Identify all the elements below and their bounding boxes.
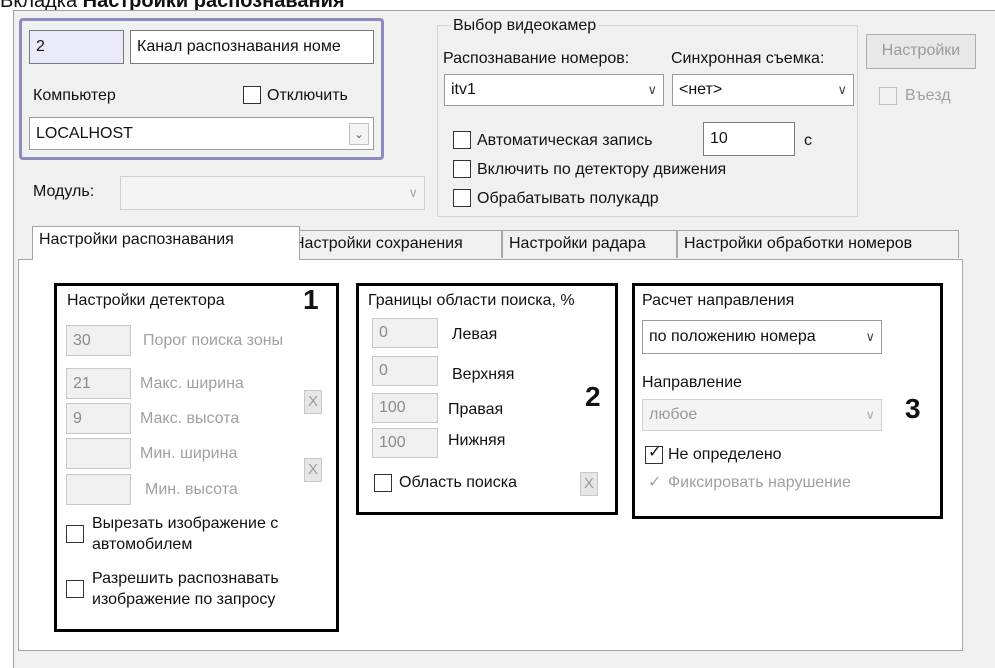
right-bound-label: Правая	[448, 401, 504, 418]
object-id-field[interactable]: 2	[29, 30, 124, 64]
max-height-field[interactable]: 9	[66, 403, 131, 434]
object-name-field[interactable]: Канал распознавания номе	[130, 30, 374, 64]
bottom-bound-label: Нижняя	[448, 432, 506, 449]
min-height-field[interactable]	[66, 474, 131, 505]
undefined-checkbox[interactable]: ✓	[645, 444, 663, 464]
direction-title: Направление	[642, 374, 742, 391]
auto-record-label: Автоматическая запись	[477, 132, 653, 149]
max-size-clear-button[interactable]: X	[304, 390, 322, 414]
max-width-field[interactable]: 21	[66, 368, 131, 399]
chevron-down-icon: ∨	[865, 329, 875, 344]
left-bound-field[interactable]: 0	[372, 318, 438, 348]
violation-checkmark-icon: ✓	[648, 474, 662, 491]
min-size-clear-button[interactable]: X	[304, 458, 322, 482]
computer-label: Компьютер	[33, 87, 116, 104]
direction-calc-value: по положению номера	[649, 328, 816, 345]
recognition-camera-value: itv1	[451, 81, 476, 98]
min-height-label: Мин. высота	[145, 481, 238, 498]
allow-recognition-label-line1: Разрешить распознавать	[92, 570, 279, 587]
min-width-label: Мин. ширина	[140, 445, 238, 462]
tab-plate-processing-settings[interactable]: Настройки обработки номеров	[677, 230, 959, 258]
violation-label: Фиксировать нарушение	[668, 474, 851, 491]
tab-recognition-settings[interactable]: Настройки распознавания	[32, 226, 300, 260]
section-marker-1: 1	[303, 284, 319, 315]
recognition-label: Распознавание номеров:	[443, 50, 630, 67]
motion-detector-checkbox[interactable]	[453, 160, 471, 178]
direction-combo[interactable]: любое ∨	[642, 399, 882, 431]
min-width-field[interactable]	[66, 438, 131, 469]
computer-combo[interactable]: LOCALHOST ⌄	[29, 117, 374, 150]
max-width-label: Макс. ширина	[140, 375, 244, 392]
zone-threshold-label: Порог поиска зоны	[143, 332, 284, 349]
entry-checkbox[interactable]	[879, 87, 897, 105]
checkmark-icon: ✓	[648, 444, 662, 461]
half-frame-checkbox[interactable]	[453, 189, 471, 207]
sync-camera-value: <нет>	[679, 81, 723, 98]
zone-threshold-field[interactable]: 30	[66, 325, 131, 356]
bottom-bound-field[interactable]: 100	[372, 428, 438, 458]
cut-image-checkbox[interactable]	[66, 525, 84, 543]
section-marker-3: 3	[905, 393, 921, 424]
undefined-label: Не определено	[668, 446, 782, 463]
settings-button[interactable]: Настройки	[866, 34, 976, 69]
chevron-down-icon: ∨	[865, 407, 875, 422]
disable-label: Отключить	[267, 87, 348, 104]
direction-calc-combo[interactable]: по положению номера ∨	[642, 320, 882, 354]
section-marker-2: 2	[585, 381, 601, 412]
right-bound-field[interactable]: 100	[372, 393, 438, 423]
sync-label: Синхронная съемка:	[671, 50, 825, 67]
dropdown-arrow-icon: ⌄	[349, 123, 369, 145]
direction-calc-title: Расчет направления	[642, 292, 795, 309]
chevron-down-icon: ∨	[837, 82, 847, 97]
auto-record-seconds-field[interactable]: 10	[703, 122, 795, 156]
cut-image-label-line2: автомобилем	[92, 536, 193, 553]
computer-value: LOCALHOST	[36, 125, 133, 142]
recognition-camera-combo[interactable]: itv1 ∨	[444, 74, 664, 106]
camera-group-title: Выбор видеокамер	[451, 16, 599, 36]
left-bound-label: Левая	[452, 326, 498, 343]
module-label: Модуль:	[33, 183, 95, 200]
search-area-clear-button[interactable]: X	[580, 472, 598, 496]
detector-title: Настройки детектора	[67, 292, 225, 309]
top-bound-field[interactable]: 0	[372, 356, 438, 386]
cut-image-label-line1: Вырезать изображение с	[92, 515, 279, 532]
top-bound-label: Верхняя	[452, 366, 515, 383]
sync-camera-combo[interactable]: <нет> ∨	[672, 74, 854, 106]
disable-checkbox[interactable]	[243, 86, 261, 104]
tab-radar-settings[interactable]: Настройки радара	[502, 230, 677, 258]
chevron-down-icon: ∨	[647, 82, 657, 97]
entry-label: Въезд	[905, 87, 951, 104]
search-area-label: Область поиска	[399, 474, 517, 491]
max-height-label: Макс. высота	[140, 410, 240, 427]
search-area-title: Границы области поиска, %	[368, 292, 575, 309]
auto-record-checkbox[interactable]	[453, 131, 471, 149]
auto-record-unit: с	[804, 132, 812, 149]
tab-save-settings[interactable]: Настройки сохранения	[286, 230, 502, 258]
half-frame-label: Обрабатывать полукадр	[477, 190, 659, 207]
motion-detector-label: Включить по детектору движения	[477, 161, 727, 178]
allow-recognition-checkbox[interactable]	[66, 580, 84, 598]
module-combo[interactable]: ∨	[120, 176, 425, 210]
allow-recognition-label-line2: изображение по запросу	[92, 591, 276, 608]
chevron-down-icon: ∨	[408, 185, 418, 200]
search-area-checkbox[interactable]	[374, 474, 392, 492]
direction-value: любое	[649, 406, 698, 423]
